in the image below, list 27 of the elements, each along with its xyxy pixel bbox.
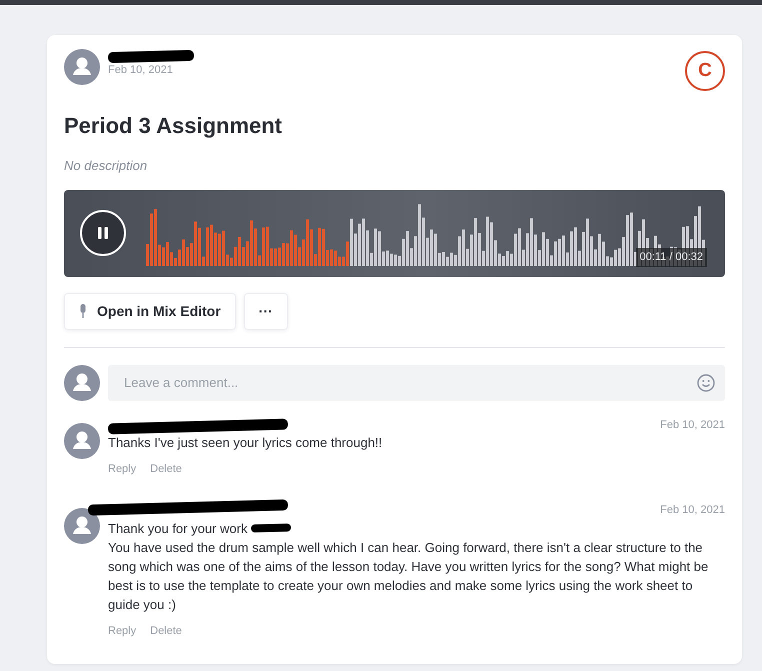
comment-text: Thank you for your work — [108, 520, 248, 538]
delete-link[interactable]: Delete — [150, 463, 182, 475]
reply-link[interactable]: Reply — [108, 463, 136, 475]
pause-icon — [95, 225, 111, 241]
description-text: No description — [64, 157, 148, 175]
avatar-icon — [64, 508, 100, 544]
avatar-icon — [64, 422, 100, 458]
post-date: Feb 10, 2021 — [108, 63, 174, 78]
avatar-icon — [64, 49, 100, 85]
comment-date: Feb 10, 2021 — [660, 503, 725, 518]
more-button[interactable]: ··· — [244, 292, 288, 330]
delete-link[interactable]: Delete — [150, 624, 182, 636]
pause-button[interactable] — [80, 210, 126, 256]
mix-editor-button[interactable]: Open in Mix Editor — [64, 292, 236, 330]
logo-badge: C — [685, 51, 725, 91]
microphone-icon — [79, 304, 87, 318]
comment-field[interactable]: Leave a comment... — [108, 364, 725, 400]
playback-time: 00:11 / 00:32 — [636, 248, 707, 266]
redaction-mark — [251, 523, 292, 533]
emoji-icon[interactable] — [697, 374, 715, 392]
comment-input[interactable]: Leave a comment... — [122, 372, 697, 394]
avatar-icon — [64, 364, 100, 400]
reply-link[interactable]: Reply — [108, 624, 136, 636]
assignment-title: Period 3 Assignment — [64, 112, 284, 140]
comment-text: You have used the drum sample well which I can hear. Going forward, there isn't a clear structure to the song which was one of the aims of the lesson today. Have you written lyrics for the song? What might be best is to use the template to create your own melodies and make some lyrics using the work sheet to guide you :) — [108, 538, 710, 614]
comment-text: Thanks I've just seen your lyrics come through!! — [108, 434, 384, 452]
comment-date: Feb 10, 2021 — [660, 418, 725, 432]
